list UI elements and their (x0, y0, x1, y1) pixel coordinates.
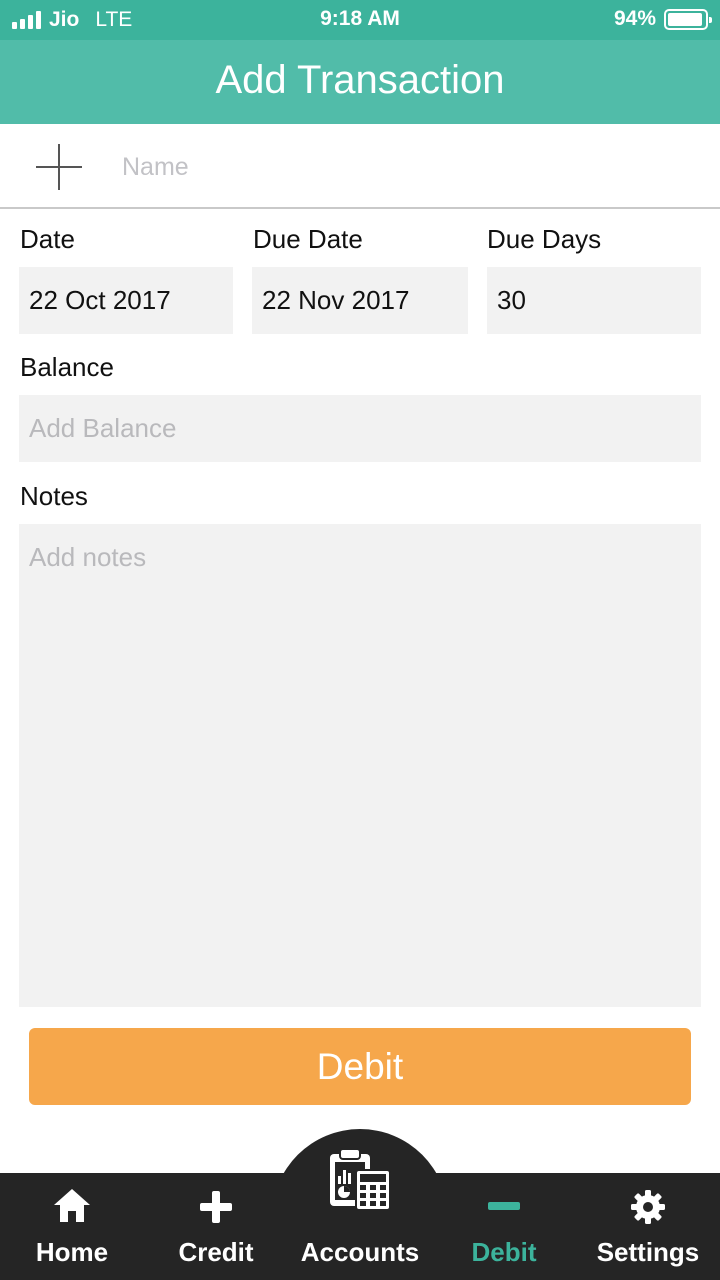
app-header: Add Transaction (0, 40, 720, 124)
name-input[interactable] (122, 146, 682, 188)
nav-home-label: Home (35, 1237, 109, 1267)
battery-percent: 94% (613, 7, 656, 30)
status-time: 9:18 AM (320, 7, 400, 30)
add-photo-plus-icon[interactable] (36, 144, 82, 190)
notes-label: Notes (20, 481, 88, 511)
status-bar: Jio LTE 9:18 AM 94% (0, 0, 720, 40)
due-days-label: Due Days (487, 224, 602, 254)
nav-settings-label: Settings (596, 1237, 700, 1267)
accounts-icon[interactable] (328, 1148, 394, 1214)
nav-credit[interactable]: Credit (144, 1173, 288, 1280)
nav-home[interactable]: Home (0, 1173, 144, 1280)
due-date-field[interactable]: 22 Nov 2017 (252, 267, 468, 334)
balance-label: Balance (20, 352, 114, 382)
date-label: Date (20, 224, 75, 254)
nav-debit[interactable]: Debit (432, 1173, 576, 1280)
minus-icon (488, 1202, 520, 1210)
date-field[interactable]: 22 Oct 2017 (19, 267, 233, 334)
due-days-field[interactable]: 30 (487, 267, 701, 334)
nav-debit-label: Debit (471, 1237, 537, 1267)
plus-icon (200, 1191, 232, 1223)
battery-icon (664, 8, 712, 30)
due-date-label: Due Date (253, 224, 363, 254)
balance-input[interactable] (19, 395, 701, 462)
nav-settings[interactable]: Settings (576, 1173, 720, 1280)
nav-credit-label: Credit (178, 1237, 254, 1267)
home-icon (54, 1189, 90, 1223)
nav-accounts-label: Accounts (300, 1237, 420, 1267)
name-row (0, 124, 720, 209)
debit-button[interactable]: Debit (29, 1028, 691, 1105)
status-right: 94% (613, 7, 712, 31)
page-title: Add Transaction (215, 58, 505, 102)
notes-textarea[interactable] (19, 524, 701, 1007)
gear-icon (631, 1190, 665, 1224)
